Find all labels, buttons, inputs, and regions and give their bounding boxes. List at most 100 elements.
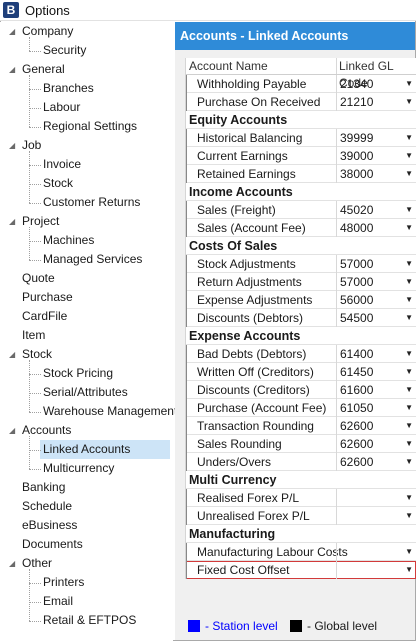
gl-code-dropdown[interactable]: 61450 ▼ [336,363,416,381]
account-row-realised-forex-p-l[interactable]: Realised Forex P/L ▼ [186,489,416,507]
account-row-written-off-creditors[interactable]: Written Off (Creditors) 61450 ▼ [186,363,416,381]
dropdown-arrow-icon[interactable]: ▼ [405,147,413,165]
tree-item-multicurrency[interactable]: Multicurrency [40,459,117,478]
account-row-historical-balancing[interactable]: Historical Balancing 39999 ▼ [186,129,416,147]
expand-triangle-icon[interactable]: ◢ [9,22,18,41]
dropdown-arrow-icon[interactable]: ▼ [405,255,413,273]
account-row-stock-adjustments[interactable]: Stock Adjustments 57000 ▼ [186,255,416,273]
expand-triangle-icon[interactable]: ◢ [9,212,18,231]
gl-code-dropdown[interactable]: 54500 ▼ [336,309,416,327]
gl-code-dropdown[interactable]: ▼ [336,489,416,507]
dropdown-arrow-icon[interactable]: ▼ [405,543,413,561]
account-row-manufacturing-labour-costs[interactable]: Manufacturing Labour Costs ▼ [186,543,416,561]
account-row-unrealised-forex-p-l[interactable]: Unrealised Forex P/L ▼ [186,507,416,525]
tree-item-stock[interactable]: Stock [40,174,76,193]
tree-item-serial-attributes[interactable]: Serial/Attributes [40,383,131,402]
gl-code-dropdown[interactable]: 57000 ▼ [336,273,416,291]
gl-code-dropdown[interactable]: 61050 ▼ [336,399,416,417]
tree-item-purchase[interactable]: Purchase [19,288,76,307]
column-header-account-name[interactable]: Account Name [189,58,268,75]
account-row-discounts-creditors[interactable]: Discounts (Creditors) 61600 ▼ [186,381,416,399]
dropdown-arrow-icon[interactable]: ▼ [405,345,413,363]
dropdown-arrow-icon[interactable]: ▼ [405,399,413,417]
gl-code-dropdown[interactable]: 61600 ▼ [336,381,416,399]
account-row-sales-account-fee[interactable]: Sales (Account Fee) 48000 ▼ [186,219,416,237]
dropdown-arrow-icon[interactable]: ▼ [405,201,413,219]
tree-item-invoice[interactable]: Invoice [40,155,84,174]
tree-item-job[interactable]: Job [19,136,44,155]
dropdown-arrow-icon[interactable]: ▼ [405,381,413,399]
expand-triangle-icon[interactable]: ◢ [9,554,18,573]
tree-item-item[interactable]: Item [19,326,48,345]
expand-triangle-icon[interactable]: ◢ [9,421,18,440]
tree-item-regional-settings[interactable]: Regional Settings [40,117,140,136]
tree-item-documents[interactable]: Documents [19,535,86,554]
tree-item-other[interactable]: Other [19,554,55,573]
gl-code-dropdown[interactable]: 57000 ▼ [336,255,416,273]
account-row-fixed-cost-offset[interactable]: Fixed Cost Offset ▼ [186,561,416,579]
gl-code-dropdown[interactable]: 45020 ▼ [336,201,416,219]
tree-item-warehouse-management[interactable]: Warehouse Management [40,402,180,421]
dropdown-arrow-icon[interactable]: ▼ [405,273,413,291]
tree-item-security[interactable]: Security [40,41,89,60]
dropdown-arrow-icon[interactable]: ▼ [405,165,413,183]
account-row-retained-earnings[interactable]: Retained Earnings 38000 ▼ [186,165,416,183]
account-row-return-adjustments[interactable]: Return Adjustments 57000 ▼ [186,273,416,291]
gl-code-dropdown[interactable]: 21340 ▼ [336,75,416,93]
tree-item-managed-services[interactable]: Managed Services [40,250,145,269]
dropdown-arrow-icon[interactable]: ▼ [405,129,413,147]
tree-item-company[interactable]: Company [19,22,76,41]
account-row-sales-freight[interactable]: Sales (Freight) 45020 ▼ [186,201,416,219]
dropdown-arrow-icon[interactable]: ▼ [405,453,413,471]
tree-item-branches[interactable]: Branches [40,79,97,98]
tree-item-printers[interactable]: Printers [40,573,87,592]
tree-item-project[interactable]: Project [19,212,62,231]
account-row-sales-rounding[interactable]: Sales Rounding 62600 ▼ [186,435,416,453]
tree-item-customer-returns[interactable]: Customer Returns [40,193,143,212]
tree-item-email[interactable]: Email [40,592,76,611]
tree-item-labour[interactable]: Labour [40,98,83,117]
gl-code-dropdown[interactable]: 62600 ▼ [336,453,416,471]
gl-code-dropdown[interactable]: 56000 ▼ [336,291,416,309]
tree-item-retail-eftpos[interactable]: Retail & EFTPOS [40,611,139,630]
gl-code-dropdown[interactable]: 62600 ▼ [336,435,416,453]
gl-code-dropdown[interactable]: 39000 ▼ [336,147,416,165]
dropdown-arrow-icon[interactable]: ▼ [405,93,413,111]
tree-item-quote[interactable]: Quote [19,269,58,288]
account-row-current-earnings[interactable]: Current Earnings 39000 ▼ [186,147,416,165]
expand-triangle-icon[interactable]: ◢ [9,136,18,155]
tree-item-stock-pricing[interactable]: Stock Pricing [40,364,116,383]
gl-code-dropdown[interactable]: 39999 ▼ [336,129,416,147]
gl-code-dropdown[interactable]: 61400 ▼ [336,345,416,363]
tree-item-machines[interactable]: Machines [40,231,97,250]
gl-code-dropdown[interactable]: 62600 ▼ [336,417,416,435]
tree-item-accounts[interactable]: Accounts [19,421,74,440]
dropdown-arrow-icon[interactable]: ▼ [405,507,413,525]
tree-item-banking[interactable]: Banking [19,478,68,497]
gl-code-dropdown[interactable]: ▼ [336,507,416,525]
dropdown-arrow-icon[interactable]: ▼ [405,417,413,435]
account-row-purchase-on-received[interactable]: Purchase On Received 21210 ▼ [186,93,416,111]
tree-item-cardfile[interactable]: CardFile [19,307,70,326]
dropdown-arrow-icon[interactable]: ▼ [405,561,413,579]
tree-item-stock[interactable]: Stock [19,345,55,364]
account-row-discounts-debtors[interactable]: Discounts (Debtors) 54500 ▼ [186,309,416,327]
dropdown-arrow-icon[interactable]: ▼ [405,219,413,237]
gl-code-dropdown[interactable]: ▼ [336,543,416,561]
account-row-withholding-payable[interactable]: Withholding Payable 21340 ▼ [186,75,416,93]
tree-item-schedule[interactable]: Schedule [19,497,75,516]
expand-triangle-icon[interactable]: ◢ [9,345,18,364]
dropdown-arrow-icon[interactable]: ▼ [405,75,413,93]
account-row-bad-debts-debtors[interactable]: Bad Debts (Debtors) 61400 ▼ [186,345,416,363]
dropdown-arrow-icon[interactable]: ▼ [405,363,413,381]
tree-item-linked-accounts[interactable]: Linked Accounts [40,440,170,459]
account-row-purchase-account-fee[interactable]: Purchase (Account Fee) 61050 ▼ [186,399,416,417]
account-row-unders-overs[interactable]: Unders/Overs 62600 ▼ [186,453,416,471]
tree-item-ebusiness[interactable]: eBusiness [19,516,80,535]
gl-code-dropdown[interactable]: ▼ [336,561,416,579]
gl-code-dropdown[interactable]: 38000 ▼ [336,165,416,183]
tree-item-general[interactable]: General [19,60,68,79]
account-row-transaction-rounding[interactable]: Transaction Rounding 62600 ▼ [186,417,416,435]
dropdown-arrow-icon[interactable]: ▼ [405,291,413,309]
account-row-expense-adjustments[interactable]: Expense Adjustments 56000 ▼ [186,291,416,309]
